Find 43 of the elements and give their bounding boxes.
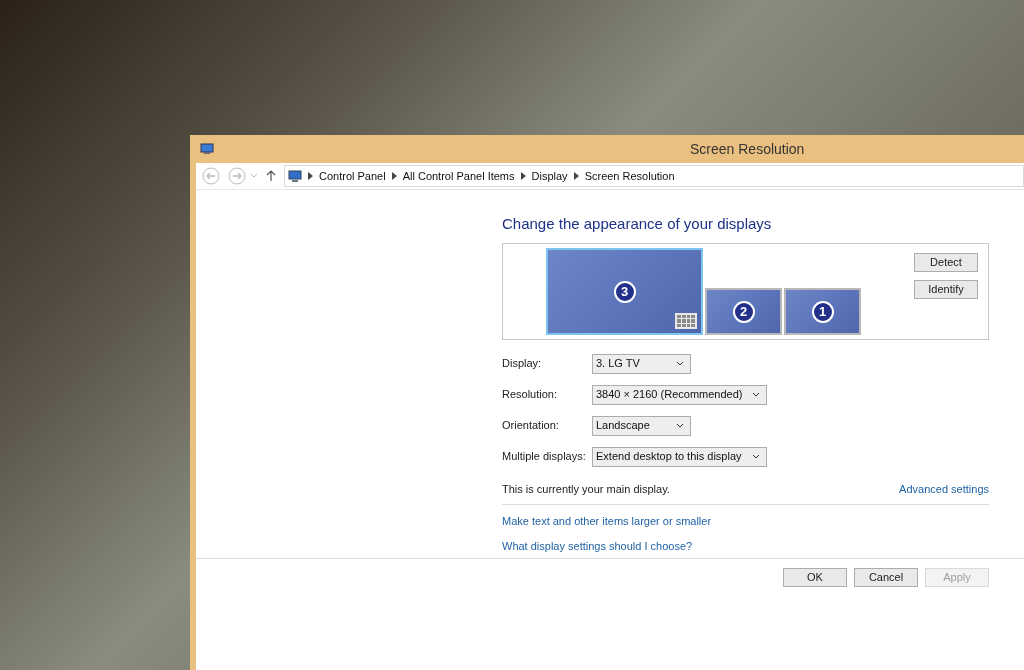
breadcrumb-item[interactable]: Display bbox=[531, 167, 568, 185]
chevron-icon bbox=[391, 172, 397, 180]
back-icon[interactable] bbox=[202, 167, 220, 185]
breadcrumb-item[interactable]: Control Panel bbox=[319, 167, 386, 185]
caret-icon bbox=[751, 454, 760, 459]
dialog-button[interactable]: OK bbox=[783, 568, 847, 587]
main-display-note: This is currently your main display. bbox=[502, 482, 670, 497]
monitor-number: 3 bbox=[613, 280, 636, 303]
caret-icon bbox=[676, 423, 684, 428]
chevron-icon bbox=[308, 172, 313, 180]
caret-icon bbox=[676, 361, 684, 366]
monitor-thumbnail[interactable]: 1 bbox=[784, 288, 861, 335]
monitor-number: 2 bbox=[732, 300, 755, 323]
setting-label: Resolution: bbox=[502, 387, 559, 403]
setting-dropdown[interactable]: Landscape bbox=[592, 415, 691, 436]
breadcrumb-item[interactable]: All Control Panel Items bbox=[402, 167, 515, 185]
page-heading: Change the appearance of your displays bbox=[502, 214, 773, 234]
monitor-number: 1 bbox=[811, 300, 834, 323]
help-link[interactable]: Make text and other items larger or smaller bbox=[502, 512, 712, 529]
dropdown-caret-icon[interactable] bbox=[250, 173, 258, 179]
setting-dropdown[interactable]: 3840 × 2160 (Recommended) bbox=[592, 384, 768, 405]
breadcrumb-item[interactable]: Screen Resolution bbox=[584, 167, 675, 185]
advanced-settings-link[interactable]: Advanced settings bbox=[899, 481, 989, 498]
up-arrow-icon[interactable] bbox=[266, 170, 276, 182]
setting-label: Multiple displays: bbox=[502, 449, 587, 465]
setting-label: Display: bbox=[502, 356, 543, 372]
chevron-icon bbox=[520, 172, 526, 180]
monitor-thumbnail[interactable]: 2 bbox=[705, 288, 782, 335]
setting-dropdown[interactable]: 3. LG TV bbox=[592, 353, 691, 374]
window-title: Screen Resolution bbox=[690, 139, 805, 159]
monitor-button[interactable]: Detect bbox=[914, 253, 978, 272]
monitor-thumbnail[interactable]: 3 bbox=[546, 248, 703, 335]
keypad-icon bbox=[675, 313, 697, 329]
window-icon bbox=[200, 143, 214, 155]
caret-icon bbox=[752, 392, 761, 397]
forward-icon[interactable] bbox=[228, 167, 246, 185]
setting-dropdown[interactable]: Extend desktop to this display bbox=[592, 446, 767, 467]
dialog-button[interactable]: Cancel bbox=[854, 568, 918, 587]
help-link[interactable]: What display settings should I choose? bbox=[502, 538, 693, 555]
chevron-icon bbox=[573, 172, 579, 180]
monitor-button[interactable]: Identify bbox=[914, 280, 978, 299]
setting-label: Orientation: bbox=[502, 418, 560, 434]
computer-icon bbox=[288, 169, 302, 183]
